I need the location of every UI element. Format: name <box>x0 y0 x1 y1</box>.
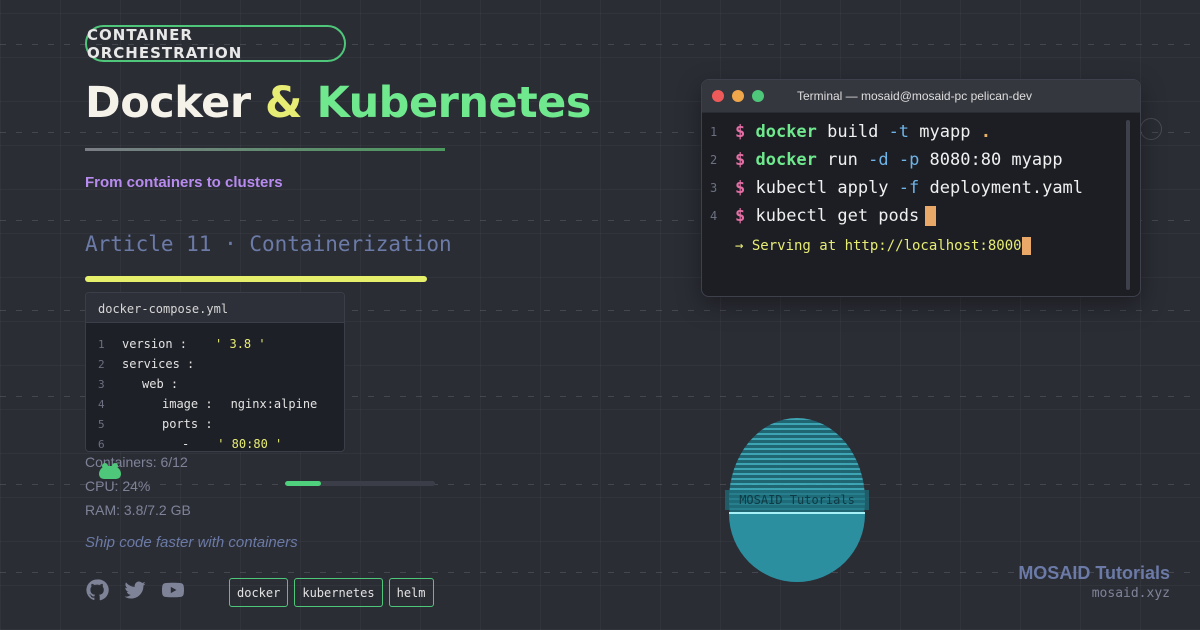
tagline: Ship code faster with containers <box>85 534 298 551</box>
command-name: docker <box>745 150 817 170</box>
code-value: nginx:alpine <box>230 397 318 411</box>
code-key: ports : <box>162 417 213 431</box>
code-line: 1 version : ' 3.8 ' <box>86 334 344 354</box>
cpu-progress-bar <box>285 481 435 486</box>
title-ampersand: & <box>250 78 317 128</box>
line-number: 1 <box>98 337 105 351</box>
command-token <box>889 150 899 170</box>
logo-lower-half <box>729 514 865 582</box>
close-window-dot[interactable] <box>712 90 724 102</box>
line-number: 2 <box>98 357 105 371</box>
logo-label: MOSAID Tutorials <box>725 490 869 510</box>
code-key: version : <box>122 337 188 351</box>
terminal-line: 3 $ kubectl apply -f deployment.yaml <box>702 174 1140 202</box>
command-token: -p <box>898 150 920 170</box>
title-kubernetes: Kubernetes <box>316 78 592 128</box>
prompt-symbol: $ <box>735 150 746 170</box>
code-value: ' 80:80 ' <box>217 437 283 451</box>
code-key: services : <box>122 357 195 371</box>
output-text: → Serving at http://localhost:8000 <box>735 238 1022 254</box>
cursor-block <box>1021 237 1031 255</box>
command-token: deployment.yaml <box>919 178 1084 198</box>
command-token: kubectl apply <box>745 178 899 198</box>
line-number: 2 <box>710 153 718 167</box>
command-name: docker <box>745 122 817 142</box>
command-token: -d <box>868 150 889 170</box>
code-line: 6 - ' 80:80 ' <box>86 434 344 451</box>
mosaid-logo: MOSAID Tutorials <box>725 418 869 582</box>
line-number: 3 <box>98 377 105 391</box>
code-panel: docker-compose.yml 1 version : ' 3.8 ' 2 ser… <box>85 292 345 452</box>
maximize-window-dot[interactable] <box>752 90 764 102</box>
code-key: web : <box>142 377 179 391</box>
terminal-titlebar: Terminal — mosaid@mosaid-pc pelican-dev <box>702 80 1140 113</box>
brand-url[interactable]: mosaid.xyz <box>1018 586 1170 601</box>
code-line: 3 web : <box>86 374 344 394</box>
code-line: 2 services : <box>86 354 344 374</box>
cursor-block <box>925 206 937 226</box>
article-label: Article 11 · Containerization <box>85 232 452 256</box>
code-value: ' 3.8 ' <box>215 337 266 351</box>
logo-divider <box>729 512 865 514</box>
code-line: 5 ports : <box>86 414 344 434</box>
line-number: 5 <box>98 417 105 431</box>
command-token: . <box>980 122 991 142</box>
mascot-icon <box>99 463 121 479</box>
command-token: run <box>816 150 869 170</box>
code-key: image : <box>162 397 213 411</box>
tag-kubernetes[interactable]: kubernetes <box>294 578 383 607</box>
prompt-symbol: $ <box>735 206 746 226</box>
social-links <box>85 578 185 602</box>
code-filename: docker-compose.yml <box>86 293 344 323</box>
category-badge: CONTAINER ORCHESTRATION <box>85 25 346 62</box>
terminal-window: Terminal — mosaid@mosaid-pc pelican-dev … <box>701 79 1141 297</box>
line-number: 4 <box>98 397 105 411</box>
command-token: kubectl get pods <box>745 206 920 226</box>
stats-panel: Containers: 6/12 CPU: 24% RAM: 3.8/7.2 G… <box>85 454 191 526</box>
prompt-symbol: $ <box>735 178 746 198</box>
tag-list: docker kubernetes helm <box>229 578 434 607</box>
tag-docker[interactable]: docker <box>229 578 289 607</box>
command-token: -t <box>888 122 910 142</box>
subtitle: From containers to clusters <box>85 174 283 191</box>
terminal-line: 4 $ kubectl get pods <box>702 202 1140 230</box>
line-number: 3 <box>710 181 718 195</box>
prompt-symbol: $ <box>735 122 746 142</box>
terminal-body[interactable]: 1 $ docker build -t myapp . 2 $ docker run … <box>702 113 1140 255</box>
brand-name: MOSAID Tutorials <box>1018 563 1170 583</box>
twitter-icon[interactable] <box>123 578 147 602</box>
command-token: -f <box>898 178 920 198</box>
command-token: myapp <box>909 122 981 142</box>
minimize-window-dot[interactable] <box>732 90 744 102</box>
line-number: 6 <box>98 437 105 451</box>
line-number: 4 <box>710 209 718 223</box>
cpu-progress-fill <box>285 481 321 486</box>
title-underline <box>85 148 445 151</box>
youtube-icon[interactable] <box>161 578 185 602</box>
line-number: 1 <box>710 125 718 139</box>
stat-ram: RAM: 3.8/7.2 GB <box>85 502 191 518</box>
brand-block: MOSAID Tutorials mosaid.xyz <box>1018 563 1170 601</box>
command-token: 8080:80 myapp <box>919 150 1063 170</box>
title-docker: Docker <box>85 78 251 128</box>
terminal-scrollbar[interactable] <box>1126 120 1130 290</box>
command-token: build <box>816 122 889 142</box>
page-title: Docker & Kubernetes <box>85 78 591 128</box>
article-highlight-bar <box>85 276 427 282</box>
tag-helm[interactable]: helm <box>388 578 434 607</box>
decorative-ring <box>1140 118 1162 140</box>
stat-cpu: CPU: 24% <box>85 478 151 494</box>
github-icon[interactable] <box>85 578 109 602</box>
code-body: 1 version : ' 3.8 ' 2 services : 3 web : 4 image… <box>86 323 344 451</box>
code-key: - <box>182 437 190 451</box>
terminal-line: 1 $ docker build -t myapp . <box>702 118 1140 146</box>
terminal-title: Terminal — mosaid@mosaid-pc pelican-dev <box>797 89 1032 103</box>
code-line: 4 image : nginx:alpine <box>86 394 344 414</box>
terminal-output: → Serving at http://localhost:8000 <box>735 237 1140 255</box>
terminal-line: 2 $ docker run -d -p 8080:80 myapp <box>702 146 1140 174</box>
